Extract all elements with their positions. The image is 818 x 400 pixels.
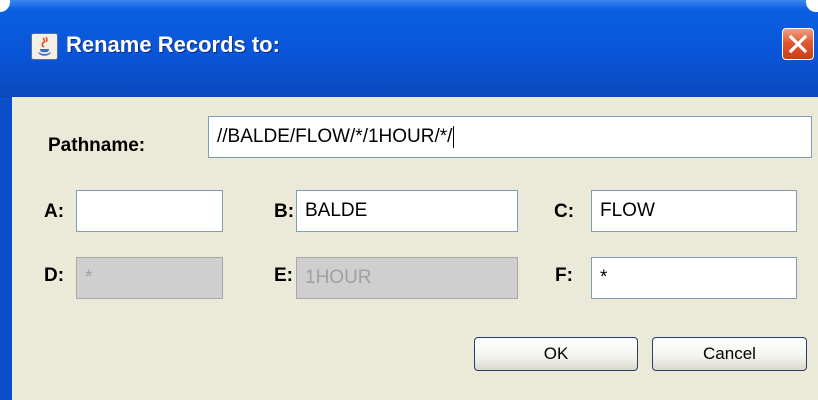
a-field[interactable] [76, 190, 223, 232]
f-field[interactable]: * [591, 257, 797, 299]
pathname-field[interactable]: //BALDE/FLOW/*/1HOUR/*/ [208, 116, 812, 158]
b-field[interactable]: BALDE [296, 190, 518, 232]
e-label: E: [274, 265, 293, 286]
title-bar-corner-left [0, 0, 10, 12]
e-field: 1HOUR [296, 257, 518, 299]
d-label: D: [44, 265, 65, 286]
title-bar[interactable]: Rename Records to: [0, 0, 818, 97]
rename-records-dialog: Rename Records to: Pathname: //BALDE/FLO… [0, 0, 818, 400]
dialog-content: Pathname: //BALDE/FLOW/*/1HOUR/*/ A: B: … [12, 97, 818, 400]
text-cursor [453, 125, 455, 148]
close-icon [788, 34, 808, 54]
title-bar-corner-right [806, 0, 818, 12]
window-left-border [0, 97, 12, 400]
dialog-title: Rename Records to: [66, 32, 280, 57]
b-label: B: [274, 201, 295, 222]
cancel-button[interactable]: Cancel [652, 337, 807, 371]
c-label: C: [554, 201, 575, 222]
d-field: * [76, 257, 223, 299]
f-label: F: [555, 265, 573, 286]
a-label: A: [44, 201, 65, 222]
ok-button[interactable]: OK [474, 337, 638, 371]
java-app-icon [31, 33, 58, 60]
pathname-label: Pathname: [48, 135, 146, 156]
close-button[interactable] [782, 28, 814, 60]
c-field[interactable]: FLOW [591, 190, 797, 232]
pathname-value: //BALDE/FLOW/*/1HOUR/*/ [217, 126, 453, 147]
